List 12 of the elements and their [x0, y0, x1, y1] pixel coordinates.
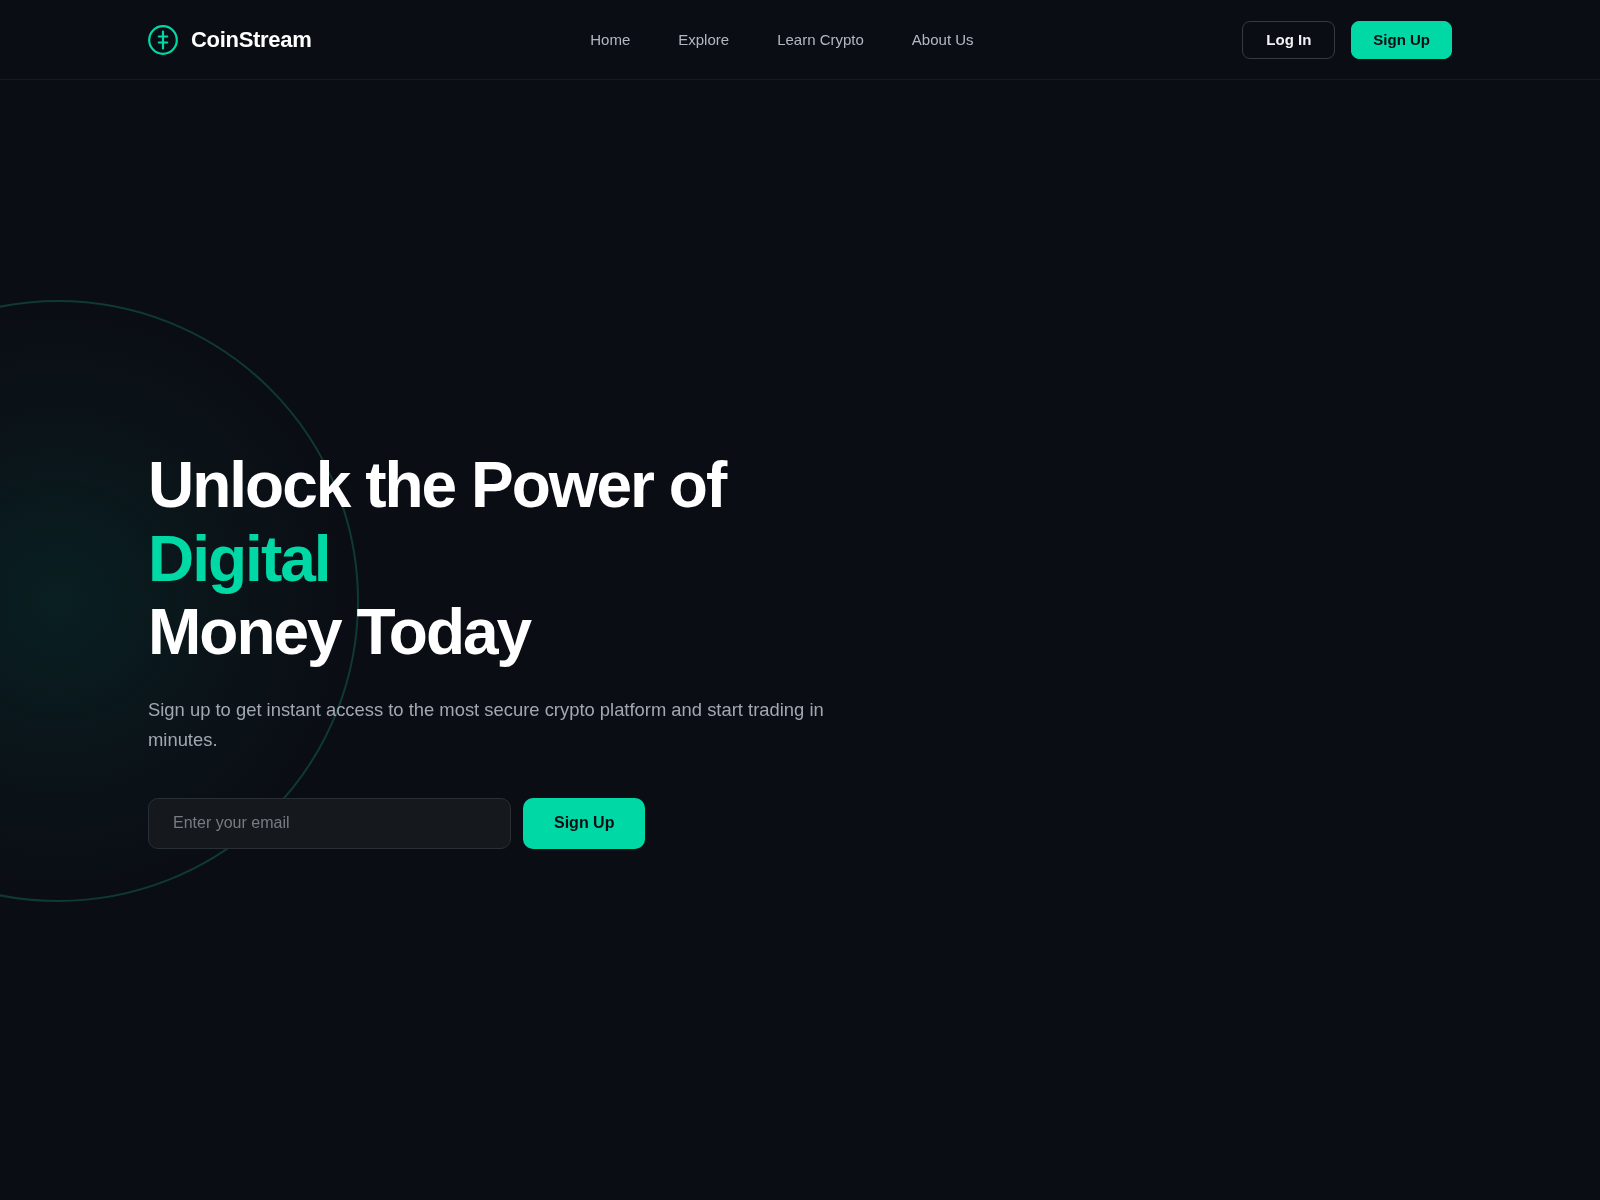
- brand-logo-link[interactable]: CoinStream: [148, 24, 312, 55]
- logo-icon: [148, 24, 178, 55]
- nav-link[interactable]: Explore: [678, 31, 730, 48]
- sign-up-button[interactable]: Sign Up: [523, 797, 646, 849]
- sign-up-button[interactable]: Sign Up: [1351, 20, 1452, 59]
- nav-link[interactable]: Learn Crypto: [777, 31, 864, 48]
- log-in-button[interactable]: Log In: [1242, 20, 1336, 59]
- nav-link[interactable]: Home: [590, 31, 631, 48]
- hero-subtitle: Sign up to get instant access to the most secure crypto platform and start trading in minutes.: [148, 697, 825, 753]
- hero-heading: Unlock the Power of Digital Money Today: [148, 449, 728, 670]
- nav-link[interactable]: About Us: [911, 31, 974, 48]
- email-field[interactable]: Enter your email: [148, 797, 511, 849]
